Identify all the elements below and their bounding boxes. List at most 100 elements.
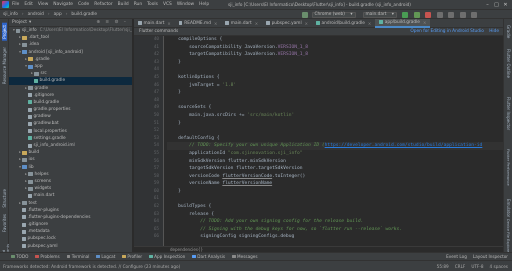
- menu-item-tools[interactable]: Tools: [147, 2, 158, 7]
- sdk-manager-icon[interactable]: [459, 11, 466, 18]
- hide-link[interactable]: Hide: [489, 29, 499, 34]
- open-in-android-studio-link[interactable]: Open for Editing in Android Studio: [410, 29, 483, 34]
- tool-window-messages[interactable]: Messages: [232, 254, 258, 259]
- menu-item-refactor[interactable]: Refactor: [94, 2, 112, 7]
- avd-manager-icon[interactable]: [448, 11, 455, 18]
- debug-icon[interactable]: [413, 11, 420, 18]
- tree-item[interactable]: main.dart: [9, 192, 132, 199]
- tree-item[interactable]: pubspec.lock: [9, 235, 132, 242]
- tree-item[interactable]: ▸ build: [9, 149, 132, 156]
- tool-window-logcat[interactable]: Logcat: [96, 254, 115, 259]
- tree-item[interactable]: ▸ test: [9, 200, 132, 207]
- tool-window-terminal[interactable]: Terminal: [66, 254, 89, 259]
- tool-window-profiler[interactable]: Profiler: [122, 254, 142, 259]
- close-tab-icon[interactable]: ×: [167, 21, 170, 26]
- caret-position[interactable]: 55:89: [437, 264, 449, 269]
- tree-item[interactable]: gradle.properties: [9, 106, 132, 113]
- menu-item-code[interactable]: Code: [78, 2, 89, 7]
- sync-icon[interactable]: [436, 11, 443, 18]
- resource-manager-tool-tab[interactable]: Resource Manager: [2, 47, 7, 84]
- editor-tab[interactable]: pubspec.yaml ×: [262, 19, 312, 28]
- menu-item-navigate[interactable]: Navigate: [53, 2, 73, 7]
- flutter-commands-label[interactable]: Flutter commands: [139, 29, 178, 34]
- device-file-explorer-tool-tab[interactable]: Device File Explorer: [506, 219, 510, 254]
- build-icon[interactable]: [301, 11, 308, 18]
- tree-item[interactable]: gradlew.bat: [9, 120, 132, 127]
- tree-item[interactable]: ▸ ios: [9, 156, 132, 163]
- run-config-selector[interactable]: main.dart ▾: [362, 11, 397, 18]
- close-tab-icon[interactable]: ×: [305, 21, 308, 26]
- editor-tab[interactable]: main.dart ×: [134, 19, 175, 28]
- tree-item[interactable]: ▸ gradle: [9, 85, 132, 92]
- flutter-inspector-tool-tab[interactable]: Flutter Inspector: [506, 97, 511, 130]
- tree-item[interactable]: build.gradle: [9, 99, 132, 106]
- close-tab-icon[interactable]: ×: [368, 21, 371, 26]
- code-token[interactable]: https://developer.android.com/studio/bui…: [325, 143, 483, 148]
- breadcrumb-root[interactable]: sji_info: [3, 12, 18, 17]
- tree-item[interactable]: ▸ .idea: [9, 41, 132, 48]
- tree-item[interactable]: ▸ .dart_tool: [9, 34, 132, 41]
- tree-item[interactable]: ▸ screens: [9, 178, 132, 185]
- tree-item[interactable]: .gitignore: [9, 92, 132, 99]
- tree-item[interactable]: pubspec.yaml: [9, 243, 132, 250]
- status-message[interactable]: Frameworks detected: Android framework i…: [3, 264, 180, 269]
- menu-item-window[interactable]: Window: [177, 2, 194, 7]
- menu-item-run[interactable]: Run: [134, 2, 142, 7]
- tree-item[interactable]: ▾ lib: [9, 164, 132, 171]
- tree-item[interactable]: ▸ widgets: [9, 185, 132, 192]
- tool-window-layout-inspector[interactable]: Layout Inspector: [473, 254, 508, 259]
- tool-window-todo[interactable]: TODO: [11, 254, 28, 259]
- menu-item-build[interactable]: Build: [118, 2, 129, 7]
- file-encoding[interactable]: UTF-8: [471, 264, 483, 269]
- tree-item[interactable]: build.gradle: [9, 77, 132, 85]
- code-editor[interactable]: 40 41 42 43 44 45 46 47 48 49 50 51 52 53 54 55 56 57 58 59…: [134, 36, 503, 246]
- run-icon[interactable]: [402, 11, 409, 18]
- tree-item[interactable]: ▸ src: [9, 70, 132, 77]
- close-tab-icon[interactable]: ×: [423, 20, 426, 25]
- menu-item-view[interactable]: View: [38, 2, 48, 7]
- tree-item[interactable]: .metadata: [9, 228, 132, 235]
- close-tab-icon[interactable]: ×: [214, 21, 217, 26]
- editor-tab[interactable]: android\build.gradle ×: [312, 19, 375, 28]
- menu-item-edit[interactable]: Edit: [24, 2, 33, 7]
- tree-item[interactable]: ▾ sji_info C:\Users\El Informatico\Desktop…: [9, 27, 132, 34]
- stop-icon[interactable]: [425, 11, 432, 18]
- editor-tab[interactable]: README.md ×: [175, 19, 222, 28]
- breadcrumb-file[interactable]: build.gradle: [71, 12, 97, 17]
- tree-item[interactable]: ▸ .gradle: [9, 56, 132, 63]
- tree-item[interactable]: local.properties: [9, 128, 132, 135]
- favorites-tool-tab[interactable]: Favorites: [2, 214, 7, 232]
- structure-tool-tab[interactable]: Structure: [2, 189, 7, 208]
- tool-window-dart-analysis[interactable]: Dart Analysis: [192, 254, 225, 259]
- menu-item-vcs[interactable]: VCS: [163, 2, 172, 7]
- tree-item[interactable]: ▸ helpes: [9, 171, 132, 178]
- project-view-selector[interactable]: Project: [12, 20, 27, 25]
- search-icon[interactable]: [471, 11, 478, 18]
- tree-item[interactable]: .flutter-plugins-dependencies: [9, 214, 132, 221]
- close-icon[interactable]: ✕: [501, 2, 510, 8]
- line-separator[interactable]: CRLF: [455, 264, 466, 269]
- menu-item-help[interactable]: Help: [199, 2, 209, 7]
- indent-setting[interactable]: 4 spaces: [490, 264, 508, 269]
- chevron-down-icon[interactable]: ▾: [29, 20, 31, 25]
- emulator-tool-tab[interactable]: Emulator: [506, 199, 511, 217]
- device-selector[interactable]: Chrome (web) ▾: [311, 11, 356, 18]
- tree-item[interactable]: .gitignore: [9, 221, 132, 228]
- editor-tab[interactable]: app\build.gradle ×: [375, 18, 431, 28]
- tree-item[interactable]: settings.gradle: [9, 135, 132, 142]
- tool-window-problems[interactable]: Problems: [35, 254, 60, 259]
- breadcrumb-android[interactable]: android: [28, 12, 44, 17]
- tool-window-event-log[interactable]: Event Log: [446, 254, 467, 259]
- tree-item[interactable]: sji_info_android.iml: [9, 142, 132, 149]
- tree-item[interactable]: gradlew: [9, 113, 132, 120]
- close-tab-icon[interactable]: ×: [255, 21, 258, 26]
- flutter-performance-tool-tab[interactable]: Flutter Performance: [506, 149, 510, 186]
- breadcrumb-app[interactable]: app: [54, 12, 62, 17]
- tool-window-app-inspection[interactable]: App Inspection: [149, 254, 185, 259]
- menu-item-file[interactable]: File: [12, 2, 19, 7]
- minimize-icon[interactable]: –: [483, 2, 492, 8]
- maximize-icon[interactable]: □: [492, 2, 501, 8]
- tree-item[interactable]: ▾ android [sji_info_android]: [9, 49, 132, 56]
- tree-item[interactable]: ▾ app: [9, 63, 132, 70]
- tree-item[interactable]: .flutter-plugins: [9, 207, 132, 214]
